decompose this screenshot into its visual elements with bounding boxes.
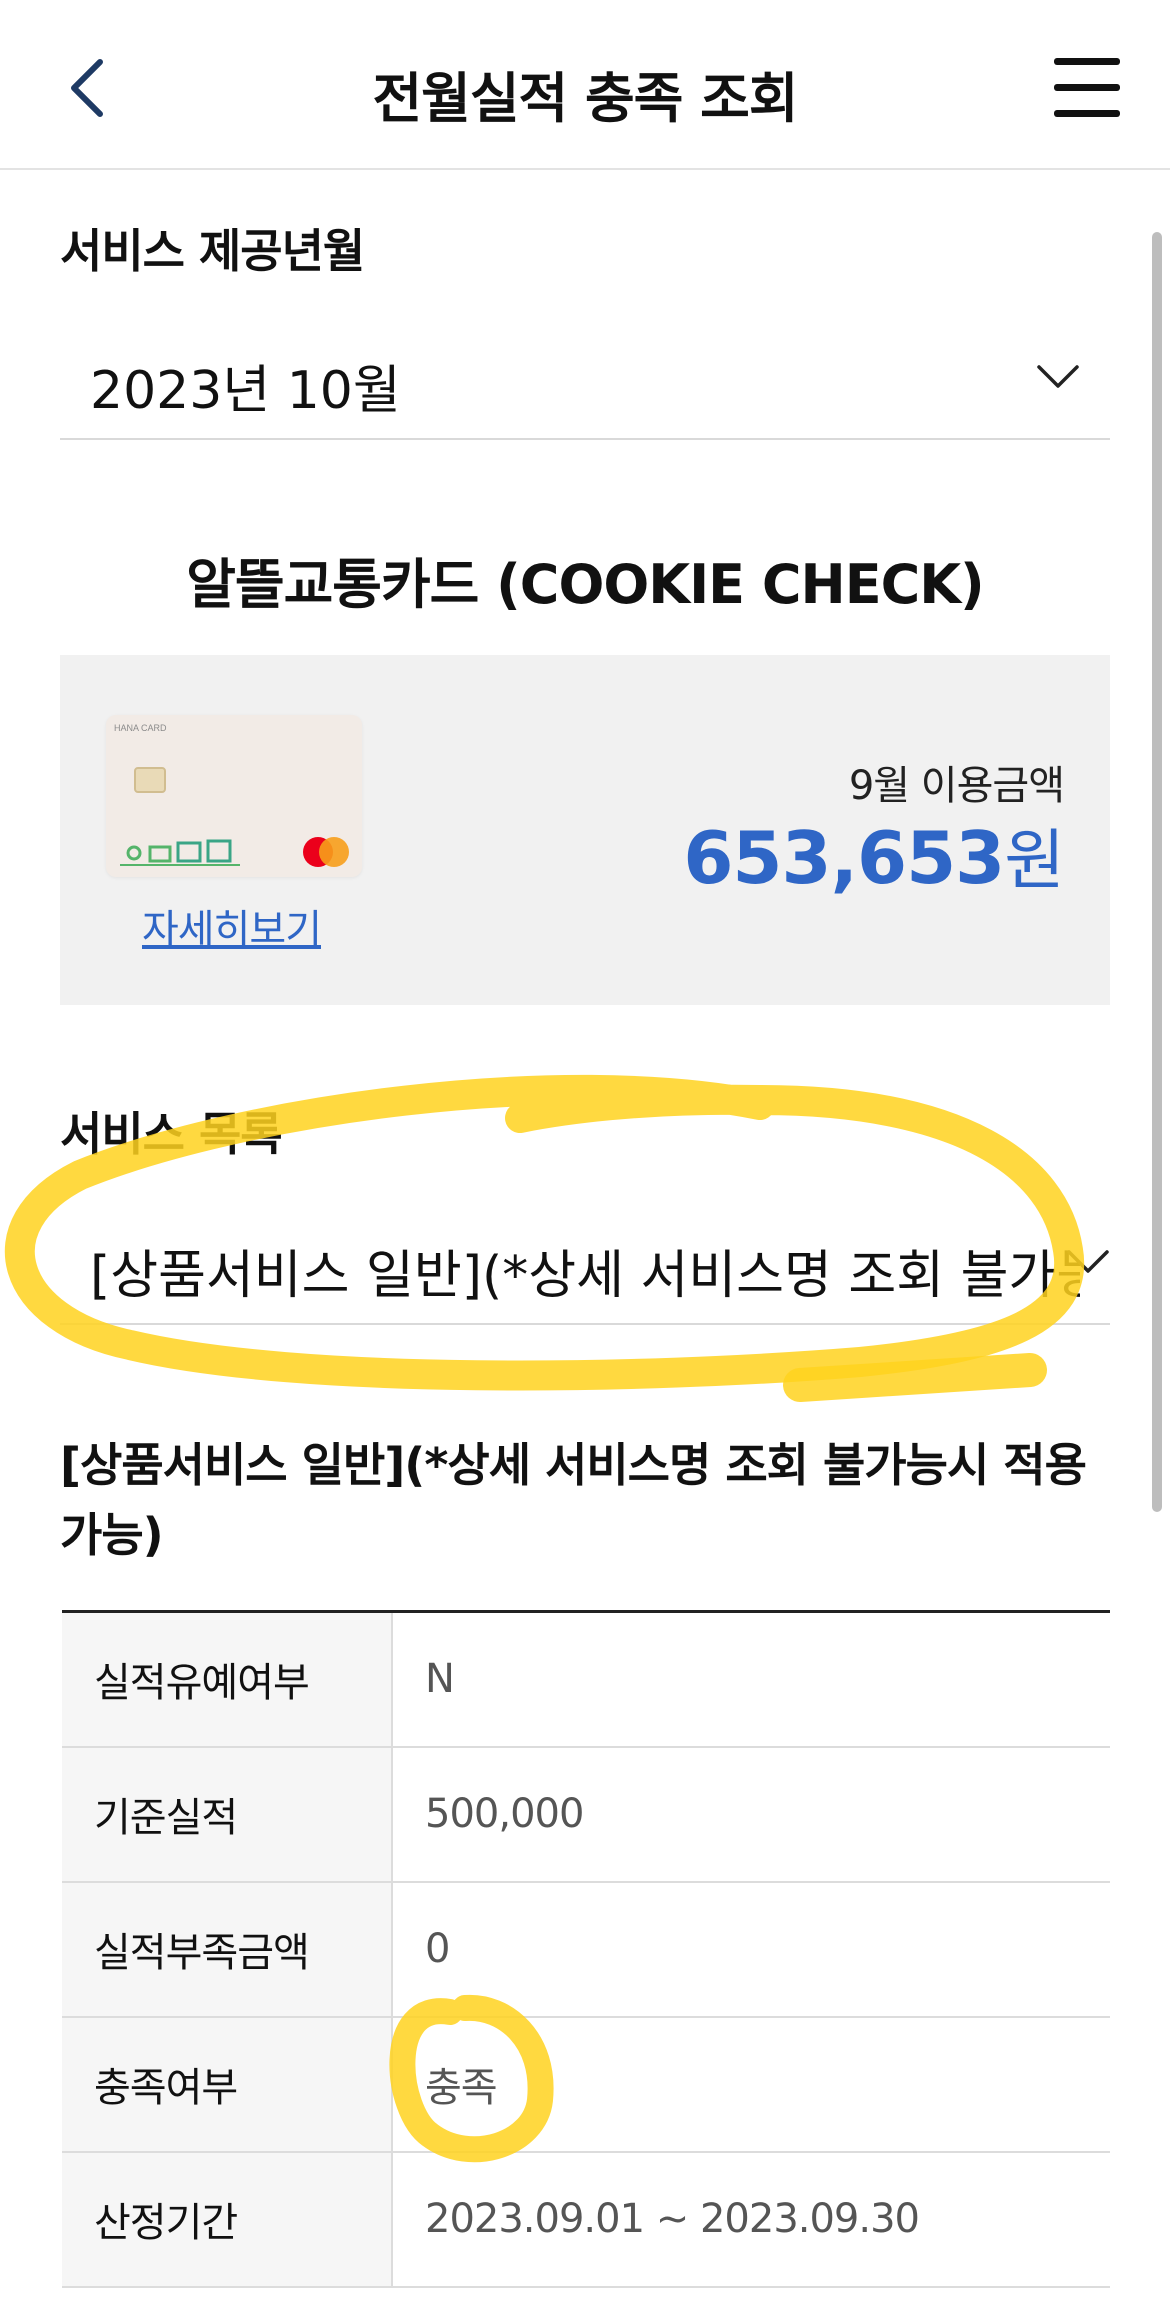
row-value: 2023.09.01 ~ 2023.09.30: [425, 2196, 920, 2242]
service-month-label: 서비스 제공년월: [60, 224, 365, 278]
scrollbar[interactable]: [1152, 232, 1162, 1512]
service-detail-heading: [상품서비스 일반](*상세 서비스명 조회 불가능시 적용가능): [60, 1438, 1087, 1562]
row-value: 0: [425, 1926, 450, 1972]
page-title: 전월실적 충족 조회: [372, 67, 798, 130]
service-list-select[interactable]: [상품서비스 일반](*상세 서비스명 조회 불가능시 적용가능): [60, 1205, 1110, 1325]
card-chip-icon: [134, 767, 166, 793]
table-row: 기준실적 500,000: [62, 1746, 1110, 1882]
card-issuer-logo: HANA CARD: [114, 723, 167, 733]
page: 전월실적 충족 조회 서비스 제공년월 2023년 10월 알뜰교통카드 (CO…: [0, 0, 1170, 2309]
row-label: 실적유예여부: [62, 1611, 393, 1747]
row-value: 500,000: [425, 1791, 584, 1837]
row-label: 기준실적: [62, 1746, 393, 1882]
card-illustration: [120, 839, 240, 866]
chevron-down-icon: [1037, 365, 1079, 388]
service-list-label: 서비스 목록: [60, 1107, 283, 1161]
row-value: N: [425, 1656, 455, 1703]
table-row: 실적부족금액 0: [62, 1881, 1110, 2017]
menu-button[interactable]: [1054, 58, 1120, 118]
usage-amount-value: 653,653: [683, 816, 1005, 900]
service-list-value: [상품서비스 일반](*상세 서비스명 조회 불가능시 적용가능): [90, 1246, 1080, 1306]
usage-amount: 653,653원: [683, 807, 1065, 903]
row-label: 실적부족금액: [62, 1881, 393, 2017]
usage-amount-unit: 원: [1004, 822, 1065, 899]
view-details-link[interactable]: 자세히보기: [142, 897, 322, 955]
card-name: 알뜰교통카드 (COOKIE CHECK): [186, 553, 985, 616]
service-month-value: 2023년 10월: [90, 361, 401, 421]
mastercard-logo-icon: [303, 837, 349, 867]
table-row: 충족여부 충족: [62, 2016, 1110, 2152]
app-header: 전월실적 충족 조회: [0, 0, 1170, 170]
row-label: 충족여부: [62, 2016, 393, 2152]
card-image: HANA CARD: [106, 715, 362, 877]
service-detail-table: 실적유예여부 N 기준실적 500,000 실적부족금액 0 충족여부 충족 산…: [62, 1610, 1110, 2288]
usage-label: 9월 이용금액: [848, 763, 1065, 809]
row-label: 산정기간: [62, 2151, 393, 2287]
row-value: 충족: [425, 2065, 498, 2111]
service-month-select[interactable]: 2023년 10월: [60, 320, 1110, 440]
hamburger-menu-icon: [1054, 58, 1120, 65]
card-summary-box: HANA CARD 자세히보기 9월 이용금액 653,653원: [60, 655, 1110, 1005]
table-row: 산정기간 2023.09.01 ~ 2023.09.30: [62, 2151, 1110, 2287]
chevron-down-icon: [1067, 1250, 1109, 1273]
table-row: 실적유예여부 N: [62, 1611, 1110, 1747]
